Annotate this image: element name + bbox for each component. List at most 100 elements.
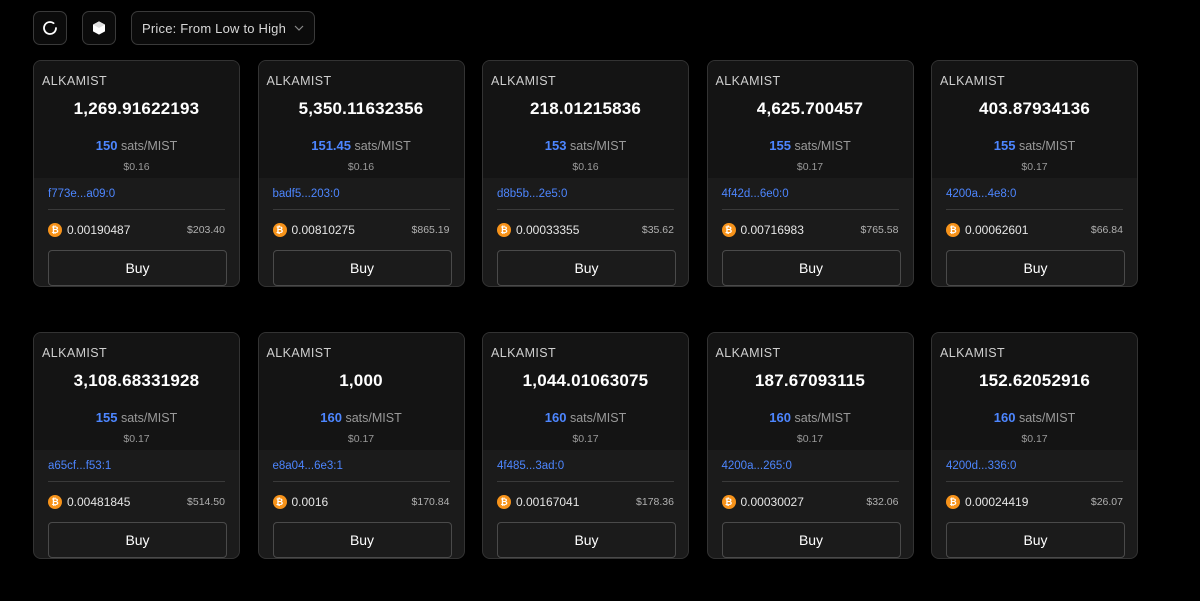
buy-button[interactable]: Buy [721,522,901,558]
unit-price-value: 160 [769,410,791,425]
token-ticker: ALKAMIST [266,346,332,360]
token-ticker: ALKAMIST [42,74,108,88]
inscription-link[interactable]: d8b5b...2e5:0 [497,178,674,210]
listing-footer: e8a04...6e3:1 ₿ 0.0016 $170.84 Buy [259,450,464,558]
inscription-link[interactable]: f773e...a09:0 [48,178,225,210]
unit-price: 155 sats/MIST [42,410,231,425]
price-row: ₿ 0.00030027 $32.06 [721,493,899,511]
buy-button[interactable]: Buy [946,250,1125,286]
price-row: ₿ 0.00024419 $26.07 [946,493,1123,511]
token-amount: 403.87934136 [978,99,1091,118]
btc-price-value: 0.00062601 [965,223,1029,237]
bitcoin-icon: ₿ [497,495,511,509]
inscription-link[interactable]: badf5...203:0 [272,178,450,210]
token-amount: 1,044.01063075 [522,371,649,390]
listings-grid: ALKAMIST 1,269.91622193 150 sats/MIST $0… [33,60,1138,559]
inscription-link[interactable]: 4f485...3ad:0 [497,450,674,482]
unit-price-value: 155 [769,138,791,153]
listing-card: ALKAMIST 403.87934136 155 sats/MIST $0.1… [931,60,1138,287]
unit-price-value: 155 [993,138,1016,153]
listing-header: ALKAMIST 152.62052916 160 sats/MIST $0.1… [932,333,1137,450]
btc-price: ₿ 0.00033355 [497,223,579,237]
buy-button[interactable]: Buy [272,250,452,286]
btc-price: ₿ 0.00030027 [721,495,804,509]
toolbar: Price: From Low to High [33,11,316,46]
price-row: ₿ 0.00167041 $178.36 [497,493,674,511]
btc-price-value: 0.00167041 [516,495,580,509]
inscription-link[interactable]: 4f42d...6e0:0 [721,178,899,210]
unit-price: 150 sats/MIST [42,138,231,153]
buy-button[interactable]: Buy [48,522,227,558]
unit-price-usd: $0.17 [347,433,375,445]
listing-footer: 4200a...265:0 ₿ 0.00030027 $32.06 Buy [708,450,913,558]
sort-dropdown-label: Price: From Low to High [142,20,287,36]
listing-card: ALKAMIST 3,108.68331928 155 sats/MIST $0… [33,332,240,559]
bitcoin-icon: ₿ [946,223,960,237]
token-amount: 4,625.700457 [756,99,864,118]
listing-header: ALKAMIST 3,108.68331928 155 sats/MIST $0… [34,333,239,450]
unit-price-label: sats/MIST [120,139,178,153]
unit-price-usd: $0.16 [572,161,599,173]
unit-price: 160 sats/MIST [716,410,905,425]
listing-footer: 4f485...3ad:0 ₿ 0.00167041 $178.36 Buy [483,450,688,558]
token-ticker: ALKAMIST [491,346,557,360]
unit-price: 160 sats/MIST [940,410,1129,425]
token-ticker: ALKAMIST [42,346,108,360]
buy-button[interactable]: Buy [272,522,452,558]
listing-card: ALKAMIST 187.67093115 160 sats/MIST $0.1… [706,332,914,559]
bitcoin-icon: ₿ [272,495,287,509]
btc-price: ₿ 0.00062601 [946,223,1028,237]
listing-footer: 4f42d...6e0:0 ₿ 0.00716983 $765.58 Buy [708,178,913,286]
listing-card: ALKAMIST 152.62052916 160 sats/MIST $0.1… [931,332,1138,559]
inscription-link[interactable]: 4200a...265:0 [721,450,899,482]
buy-button[interactable]: Buy [721,250,901,286]
unit-price-value: 160 [544,410,567,425]
token-amount: 3,108.68331928 [73,371,200,390]
unit-price-value: 151.45 [311,138,351,153]
buy-button[interactable]: Buy [497,522,676,558]
listing-header: ALKAMIST 218.01215836 153 sats/MIST $0.1… [483,61,688,178]
inscription-link[interactable]: 4200d...336:0 [946,450,1123,482]
listing-footer: a65cf...f53:1 ₿ 0.00481845 $514.50 Buy [34,450,239,558]
listing-card: ALKAMIST 218.01215836 153 sats/MIST $0.1… [482,60,689,287]
unit-price: 151.45 sats/MIST [267,138,456,153]
buy-button[interactable]: Buy [497,250,676,286]
listing-header: ALKAMIST 1,000 160 sats/MIST $0.17 [258,333,464,450]
sort-dropdown[interactable]: Price: From Low to High [131,11,316,45]
inscription-link[interactable]: e8a04...6e3:1 [272,450,450,482]
bitcoin-icon: ₿ [48,223,62,237]
unit-price-label: sats/MIST [794,139,851,153]
unit-price-label: sats/MIST [794,411,851,425]
buy-button[interactable]: Buy [946,522,1125,558]
btc-price: ₿ 0.0016 [272,495,328,509]
token-ticker: ALKAMIST [491,74,557,88]
inscription-link[interactable]: a65cf...f53:1 [48,450,225,482]
unit-price-usd: $0.17 [123,433,150,445]
unit-price-usd: $0.16 [123,161,150,173]
bitcoin-icon: ₿ [721,223,736,237]
total-price-usd: $26.07 [1090,496,1123,508]
listing-card: ALKAMIST 1,000 160 sats/MIST $0.17 e8a04… [257,332,465,559]
price-row: ₿ 0.00190487 $203.40 [48,221,225,239]
btc-price-value: 0.00190487 [67,223,131,237]
listing-header: ALKAMIST 5,350.11632356 151.45 sats/MIST… [258,61,464,178]
listing-footer: d8b5b...2e5:0 ₿ 0.00033355 $35.62 Buy [483,178,688,286]
bitcoin-icon: ₿ [497,223,511,237]
listing-header: ALKAMIST 1,044.01063075 160 sats/MIST $0… [483,333,688,450]
btc-price: ₿ 0.00716983 [721,223,804,237]
btc-price-value: 0.00033355 [516,223,580,237]
unit-price-usd: $0.17 [796,161,824,173]
unit-price-value: 150 [95,138,118,153]
refresh-button[interactable] [33,11,67,45]
token-filter-button[interactable] [82,11,116,45]
token-ticker: ALKAMIST [715,346,781,360]
buy-button[interactable]: Buy [48,250,227,286]
token-amount: 152.62052916 [978,371,1091,390]
unit-price: 155 sats/MIST [716,138,905,153]
unit-price: 160 sats/MIST [491,410,680,425]
unit-price: 155 sats/MIST [940,138,1129,153]
total-price-usd: $203.40 [187,224,225,236]
btc-price: ₿ 0.00481845 [48,495,130,509]
inscription-link[interactable]: 4200a...4e8:0 [946,178,1123,210]
btc-price-value: 0.00030027 [740,495,804,509]
